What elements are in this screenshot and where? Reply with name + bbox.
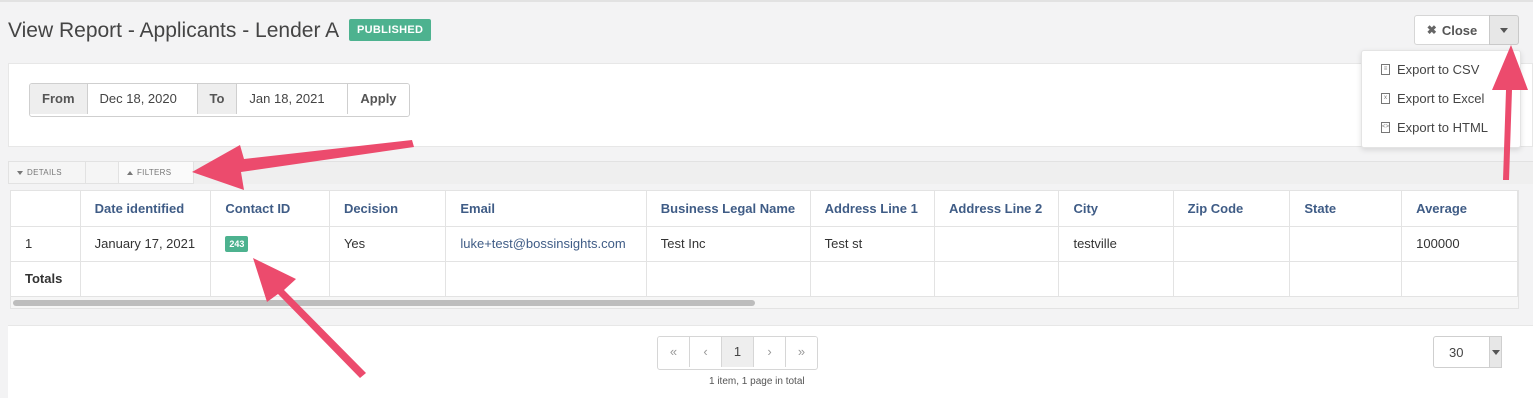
page-header: View Report - Applicants - Lender A PUBL… (0, 2, 1533, 60)
totals-row: Totals (11, 261, 1518, 297)
from-label: From (30, 84, 88, 114)
export-dropdown-toggle[interactable] (1489, 15, 1519, 45)
cell-contact-id: 243 (210, 226, 330, 262)
tab-filters[interactable]: FILTERS (118, 162, 194, 184)
scrollbar-thumb[interactable] (13, 300, 755, 306)
cell-city: testville (1058, 226, 1174, 262)
export-excel-item[interactable]: x Export to Excel (1381, 88, 1484, 108)
table-row: 1 January 17, 2021 243 Yes luke+test@bos… (11, 226, 1518, 262)
export-html-label: Export to HTML (1397, 119, 1489, 135)
column-header-contact-id[interactable]: Contact ID (210, 191, 330, 227)
cell-decision: Yes (329, 226, 447, 262)
caret-down-icon (1500, 27, 1508, 33)
pagination: « ‹ 1 › » (657, 336, 818, 370)
per-page-value: 30 (1449, 345, 1464, 360)
per-page-select[interactable]: 30 (1433, 336, 1502, 368)
close-button[interactable]: ✖ Close (1414, 15, 1490, 45)
cell-index: 1 (11, 226, 81, 262)
tab-filters-label: FILTERS (137, 168, 172, 177)
section-tabs: DETAILS FILTERS (8, 161, 1533, 184)
export-csv-label: Export to CSV (1397, 61, 1480, 77)
column-header-decision[interactable]: Decision (329, 191, 447, 227)
excel-file-icon: x (1381, 92, 1390, 104)
export-excel-label: Export to Excel (1397, 90, 1485, 106)
close-button-label: Close (1441, 22, 1478, 38)
report-table-container: Date identified Contact ID Decision Emai… (10, 190, 1519, 298)
horizontal-scrollbar[interactable] (10, 297, 1519, 309)
prev-page-button[interactable]: ‹ (690, 337, 722, 367)
column-header-address-line-2[interactable]: Address Line 2 (934, 191, 1060, 227)
close-icon: ✖ (1426, 23, 1437, 37)
column-header-zip-code[interactable]: Zip Code (1173, 191, 1291, 227)
to-date-input[interactable]: Jan 18, 2021 (237, 84, 349, 114)
cell-state (1289, 226, 1403, 262)
first-page-button[interactable]: « (658, 337, 690, 367)
column-header-index[interactable] (11, 191, 81, 227)
export-csv-item[interactable]: ≡ Export to CSV (1381, 59, 1479, 79)
cell-date-identified: January 17, 2021 (80, 226, 212, 262)
document-icon: ≡ (1381, 63, 1390, 75)
cell-zip-code (1173, 226, 1291, 262)
caret-down-icon (17, 170, 23, 175)
column-header-state[interactable]: State (1289, 191, 1403, 227)
cell-address-line-2 (934, 226, 1060, 262)
cell-email: luke+test@bossinsights.com (445, 226, 647, 262)
caret-down-icon (1489, 336, 1502, 368)
contact-id-badge[interactable]: 243 (225, 236, 249, 252)
last-page-button[interactable]: » (786, 337, 817, 367)
tab-details[interactable]: DETAILS (8, 162, 86, 184)
tab-details-label: DETAILS (27, 168, 62, 177)
cell-address-line-1: Test st (810, 226, 936, 262)
apply-button[interactable]: Apply (348, 84, 409, 114)
column-header-date-identified[interactable]: Date identified (80, 191, 212, 227)
report-table: Date identified Contact ID Decision Emai… (11, 191, 1518, 297)
export-html-item[interactable]: <> Export to HTML (1381, 117, 1488, 137)
date-range-filter: From Dec 18, 2020 To Jan 18, 2021 Apply (29, 83, 410, 117)
caret-up-icon (127, 170, 133, 175)
email-link[interactable]: luke+test@bossinsights.com (460, 236, 625, 251)
column-header-address-line-1[interactable]: Address Line 1 (810, 191, 936, 227)
column-header-city[interactable]: City (1058, 191, 1174, 227)
pagination-info: 1 item, 1 page in total (709, 376, 805, 387)
column-header-email[interactable]: Email (445, 191, 647, 227)
cell-average: 100000 (1401, 226, 1518, 262)
table-header-row: Date identified Contact ID Decision Emai… (11, 191, 1518, 227)
from-date-input[interactable]: Dec 18, 2020 (87, 84, 198, 114)
next-page-button[interactable]: › (754, 337, 786, 367)
page-button-current[interactable]: 1 (722, 337, 754, 367)
to-label: To (197, 84, 238, 114)
column-header-business-legal-name[interactable]: Business Legal Name (646, 191, 811, 227)
page-title: View Report - Applicants - Lender A (8, 19, 340, 42)
tab-spacer (85, 162, 119, 184)
totals-label: Totals (11, 261, 81, 297)
status-badge: PUBLISHED (349, 19, 432, 41)
cell-business-legal-name: Test Inc (646, 226, 811, 262)
export-dropdown-menu: ≡ Export to CSV x Export to Excel <> Exp… (1361, 50, 1521, 148)
column-header-average[interactable]: Average (1401, 191, 1518, 227)
code-file-icon: <> (1381, 121, 1390, 133)
